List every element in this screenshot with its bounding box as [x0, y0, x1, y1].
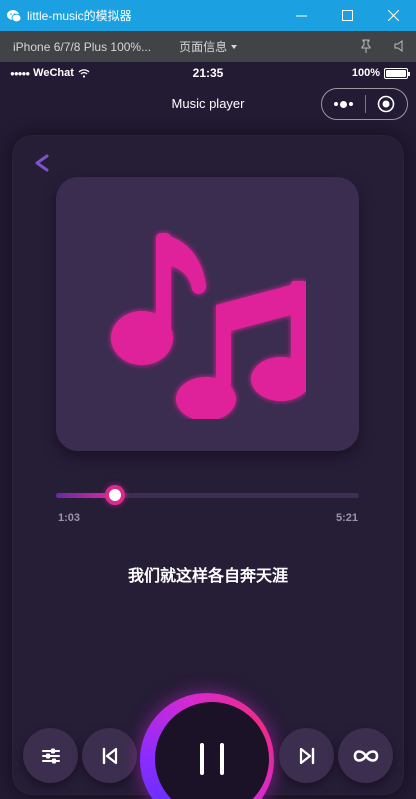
more-icon: [333, 102, 338, 106]
pin-icon[interactable]: [360, 39, 372, 53]
minimize-icon: [295, 15, 307, 17]
skip-forward-icon: [299, 747, 314, 764]
toolbar-icons: [360, 39, 406, 53]
more-button[interactable]: [322, 89, 365, 119]
maximize-button[interactable]: [324, 0, 370, 31]
simulator-toolbar: iPhone 6/7/8 Plus 100%... 页面信息: [0, 31, 416, 62]
pause-icon-right: [220, 743, 224, 775]
skip-back-icon: [102, 747, 117, 764]
page-info-dropdown[interactable]: 页面信息: [179, 38, 238, 55]
window-title: little-music的模拟器: [27, 9, 132, 23]
wechat-app-icon: [7, 9, 22, 22]
battery-info: 100%: [351, 67, 410, 79]
status-bar: ●●●●● WeChat 21:35 100%: [0, 62, 416, 84]
player-card: 1:03 5:21 我们就这样各自奔天涯: [12, 135, 404, 799]
close-window-button[interactable]: [370, 0, 416, 31]
album-artwork: [56, 177, 359, 451]
loop-button[interactable]: [338, 728, 393, 783]
total-time: 5:21: [335, 512, 358, 524]
battery-percent: 100%: [351, 67, 380, 79]
minimize-button[interactable]: [278, 0, 324, 31]
device-selector[interactable]: iPhone 6/7/8 Plus 100%...: [13, 40, 151, 54]
next-button[interactable]: [279, 728, 334, 783]
page-info-label: 页面信息: [179, 40, 228, 54]
more-icon-right: [348, 102, 353, 106]
infinity-icon: [353, 749, 378, 762]
settings-button[interactable]: [23, 728, 78, 783]
exit-mini-program-button[interactable]: [365, 89, 407, 119]
close-icon: [387, 10, 399, 21]
window-titlebar: little-music的模拟器: [0, 0, 416, 31]
battery-icon: [384, 67, 410, 79]
target-icon: [377, 95, 395, 113]
progress-thumb[interactable]: [105, 485, 126, 505]
previous-button[interactable]: [82, 728, 137, 783]
sliders-icon: [41, 748, 60, 763]
mute-icon[interactable]: [394, 39, 406, 53]
maximize-icon: [341, 10, 353, 21]
navbar: Music player: [0, 84, 416, 124]
song-title: 我们就这样各自奔天涯: [127, 568, 288, 585]
chevron-left-icon[interactable]: [30, 151, 54, 175]
phone-screen: ●●●●● WeChat 21:35 100% Music player 1:0…: [0, 62, 416, 799]
current-time: 1:03: [58, 512, 81, 524]
caret-down-icon: [231, 44, 238, 49]
mini-program-capsule: [321, 88, 408, 120]
progress-bar[interactable]: [56, 485, 359, 505]
more-icon-center: [339, 100, 347, 108]
pause-icon: [200, 743, 204, 775]
music-notes-icon: [111, 233, 306, 419]
